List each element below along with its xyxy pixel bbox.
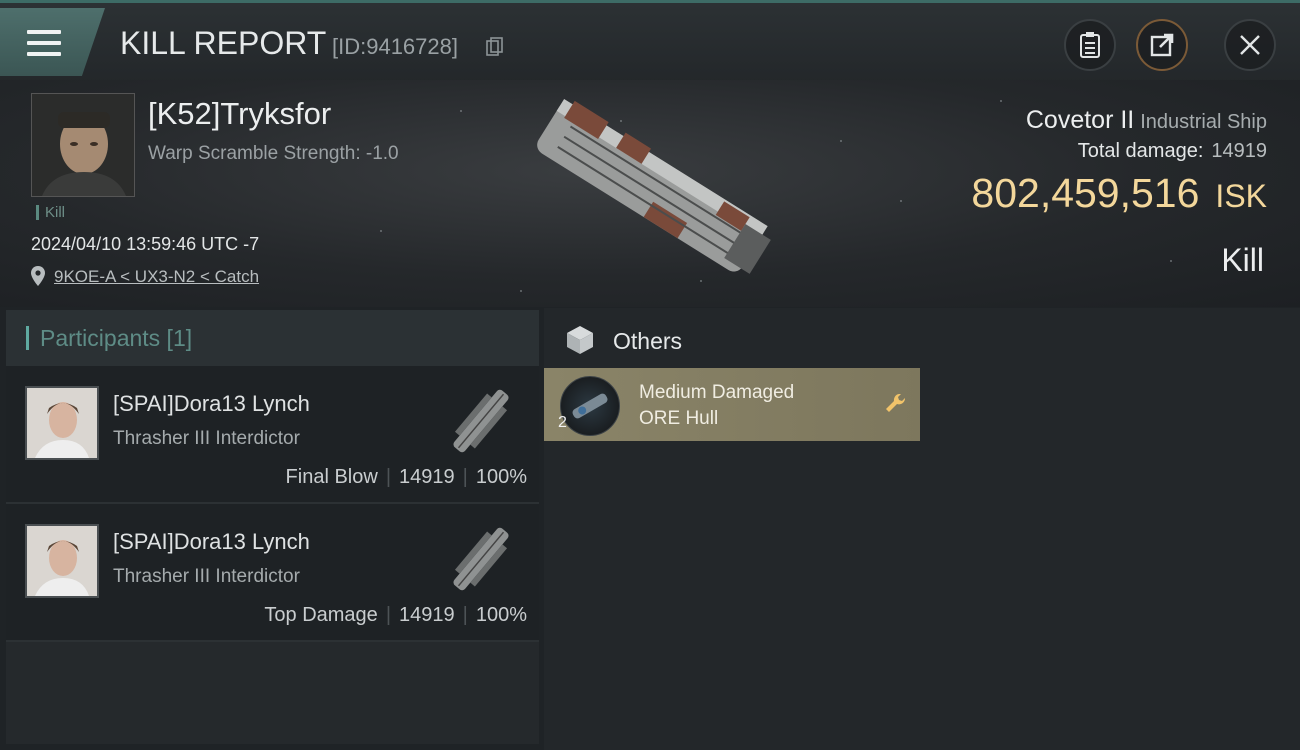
- item-name: Medium Damaged ORE Hull: [639, 380, 794, 432]
- victim-name: [K52]Tryksfor: [148, 96, 332, 131]
- location-link[interactable]: 9KOE-A < UX3-N2 < Catch: [54, 267, 259, 287]
- participant-row[interactable]: [SPAI]Dora13 Lynch Thrasher III Interdic…: [6, 366, 539, 504]
- participant-percent: 100%: [475, 604, 527, 626]
- ship-name: Covetor II Industrial Ship: [1026, 106, 1267, 135]
- ship-type: Covetor II: [1025, 106, 1135, 134]
- avatar: [27, 388, 97, 458]
- participant-ship-render: [453, 389, 509, 453]
- item-quantity: 2: [558, 414, 567, 431]
- location-pin-icon: [31, 266, 45, 286]
- participant-name: [SPAI]Dora13 Lynch: [113, 391, 310, 416]
- report-id: [ID:9416728]: [332, 34, 458, 59]
- warp-scramble-strength: Warp Scramble Strength: -1.0: [148, 143, 399, 164]
- top-bar: KILL REPORT [ID:9416728]: [0, 0, 1300, 83]
- ship-render: [537, 98, 771, 274]
- hamburger-menu-icon[interactable]: [27, 30, 61, 56]
- participant-role: Final Blow: [285, 466, 378, 488]
- clipboard-button[interactable]: [1064, 19, 1116, 71]
- item-name-line1: Medium Damaged: [639, 382, 795, 403]
- share-icon: [1150, 33, 1174, 57]
- kill-tag: Kill: [36, 205, 65, 220]
- participants-title: Participants [1]: [40, 325, 193, 351]
- kill-datetime: 2024/04/10 13:59:46 UTC -7: [31, 234, 260, 254]
- ore-hull-icon: [560, 376, 620, 436]
- participant-damage: 14919: [399, 466, 455, 488]
- participant-role: Top Damage: [264, 604, 378, 626]
- total-damage-label: Total damage:: [1077, 140, 1204, 162]
- participant-stats: Final Blow | 14919 | 100%: [285, 466, 527, 488]
- avatar: [32, 94, 134, 196]
- close-icon: [1240, 35, 1260, 55]
- participant-row[interactable]: [SPAI]Dora13 Lynch Thrasher III Interdic…: [6, 504, 539, 642]
- menu-button[interactable]: [0, 8, 105, 76]
- page-title: KILL REPORT: [120, 25, 327, 61]
- total-damage: Total damage: 14919: [1078, 140, 1267, 163]
- victim-portrait[interactable]: [31, 93, 135, 197]
- isk-unit: ISK: [1215, 178, 1267, 214]
- isk-amount: 802,459,516: [971, 170, 1200, 216]
- participant-ship: Thrasher III Interdictor: [113, 566, 300, 587]
- others-header: Others: [544, 318, 1300, 364]
- kill-result: Kill: [1221, 242, 1264, 278]
- isk-value: 802,459,516 ISK: [971, 170, 1267, 217]
- clipboard-icon: [1080, 32, 1100, 58]
- total-damage-value: 14919: [1211, 140, 1267, 162]
- participant-name: [SPAI]Dora13 Lynch: [113, 529, 310, 554]
- close-button[interactable]: [1224, 19, 1276, 71]
- avatar: [27, 526, 97, 596]
- copy-icon[interactable]: [486, 37, 504, 57]
- participant-percent: 100%: [475, 466, 527, 488]
- participants-header[interactable]: Participants [1]: [6, 310, 539, 366]
- participant-avatar[interactable]: [25, 386, 99, 460]
- participant-avatar[interactable]: [25, 524, 99, 598]
- participants-panel: Participants [1] [SPAI]Dora13 Lynch Thra…: [6, 310, 539, 744]
- participant-ship: Thrasher III Interdictor: [113, 428, 300, 449]
- header-accent-bar: [26, 326, 29, 350]
- participant-ship-render: [453, 527, 509, 591]
- wrench-icon[interactable]: [884, 392, 908, 416]
- ship-class: Industrial Ship: [1140, 111, 1267, 133]
- others-panel: Others 2 Medium Damaged ORE Hull: [544, 308, 1300, 750]
- participant-stats: Top Damage | 14919 | 100%: [264, 604, 527, 626]
- share-button[interactable]: [1136, 19, 1188, 71]
- others-title: Others: [613, 328, 683, 354]
- cargo-box-icon: [567, 326, 593, 354]
- participant-damage: 14919: [399, 604, 455, 626]
- item-name-line2: ORE Hull: [639, 408, 719, 429]
- dropped-item-card[interactable]: 2 Medium Damaged ORE Hull: [544, 368, 920, 441]
- victim-summary: [K52]Tryksfor Warp Scramble Strength: -1…: [0, 80, 1300, 307]
